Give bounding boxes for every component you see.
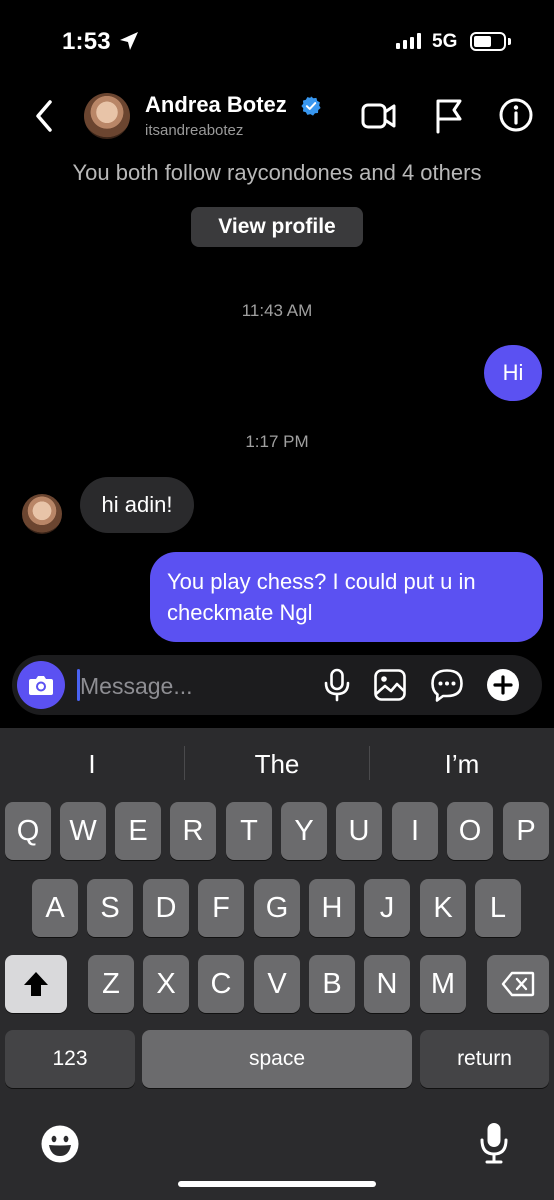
delete-key[interactable] — [487, 955, 549, 1013]
sender-avatar[interactable] — [22, 494, 62, 534]
key[interactable]: P — [503, 802, 549, 860]
status-time: 1:53 — [62, 28, 111, 55]
key[interactable]: I — [392, 802, 438, 860]
key[interactable]: V — [254, 955, 300, 1013]
dictation-microphone-icon[interactable] — [478, 1121, 510, 1165]
key[interactable]: G — [254, 879, 300, 937]
shift-key[interactable] — [5, 955, 67, 1013]
suggestion-item[interactable]: The — [185, 745, 369, 783]
video-call-icon[interactable] — [360, 97, 398, 135]
key[interactable]: Y — [281, 802, 327, 860]
key[interactable]: X — [143, 955, 189, 1013]
key[interactable]: F — [198, 879, 244, 937]
incoming-message[interactable]: hi adin! — [80, 477, 194, 533]
key[interactable]: E — [115, 802, 161, 860]
key[interactable]: U — [336, 802, 382, 860]
contact-avatar[interactable] — [84, 93, 130, 139]
message-input[interactable] — [80, 671, 300, 701]
key[interactable]: M — [420, 955, 466, 1013]
key[interactable]: D — [143, 879, 189, 937]
return-key[interactable]: return — [420, 1030, 549, 1088]
back-chevron-icon[interactable] — [30, 96, 60, 136]
key[interactable]: J — [364, 879, 410, 937]
suggestion-item[interactable]: I — [0, 745, 184, 783]
mutual-followers-text: You both follow raycondones and 4 others — [72, 160, 482, 185]
camera-button[interactable] — [17, 661, 65, 709]
info-icon[interactable] — [498, 97, 534, 133]
network-type: 5G — [432, 31, 458, 52]
battery-icon — [470, 32, 506, 51]
key[interactable]: L — [475, 879, 521, 937]
backspace-icon — [501, 971, 535, 997]
emoji-icon[interactable] — [40, 1124, 80, 1164]
key[interactable]: T — [226, 802, 272, 860]
battery-cap — [508, 38, 511, 45]
key[interactable]: R — [170, 802, 216, 860]
chat-screen: 1:53 5G Andrea Botez itsandreabotez You … — [0, 0, 554, 1200]
home-indicator[interactable] — [178, 1181, 376, 1187]
verified-badge-icon — [301, 96, 321, 116]
key[interactable]: Q — [5, 802, 51, 860]
key[interactable]: B — [309, 955, 355, 1013]
space-key[interactable]: space — [142, 1030, 412, 1088]
contact-handle: itsandreabotez — [145, 122, 244, 139]
outgoing-message[interactable]: Hi — [484, 345, 542, 401]
contact-name[interactable]: Andrea Botez — [145, 92, 287, 118]
flag-icon[interactable] — [432, 97, 466, 135]
key[interactable]: W — [60, 802, 106, 860]
gallery-icon[interactable] — [373, 668, 407, 702]
suggestion-item[interactable]: I’m — [370, 745, 554, 783]
message-timestamp: 1:17 PM — [245, 432, 309, 451]
message-timestamp: 11:43 AM — [241, 301, 313, 320]
camera-icon — [29, 676, 53, 695]
signal-bars-icon — [396, 33, 421, 49]
location-arrow-icon — [120, 32, 138, 50]
numbers-key[interactable]: 123 — [5, 1030, 135, 1088]
outgoing-message[interactable]: You play chess? I could put u in checkma… — [150, 552, 543, 642]
key[interactable]: A — [32, 879, 78, 937]
key[interactable]: O — [447, 802, 493, 860]
sticker-icon[interactable] — [430, 668, 464, 702]
key[interactable]: Z — [88, 955, 134, 1013]
plus-icon[interactable] — [486, 668, 520, 702]
key[interactable]: C — [198, 955, 244, 1013]
view-profile-button[interactable]: View profile — [191, 207, 363, 247]
key[interactable]: K — [420, 879, 466, 937]
key[interactable]: S — [87, 879, 133, 937]
key[interactable]: N — [364, 955, 410, 1013]
key[interactable]: H — [309, 879, 355, 937]
shift-arrow-icon — [24, 972, 48, 996]
microphone-icon[interactable] — [321, 668, 353, 702]
